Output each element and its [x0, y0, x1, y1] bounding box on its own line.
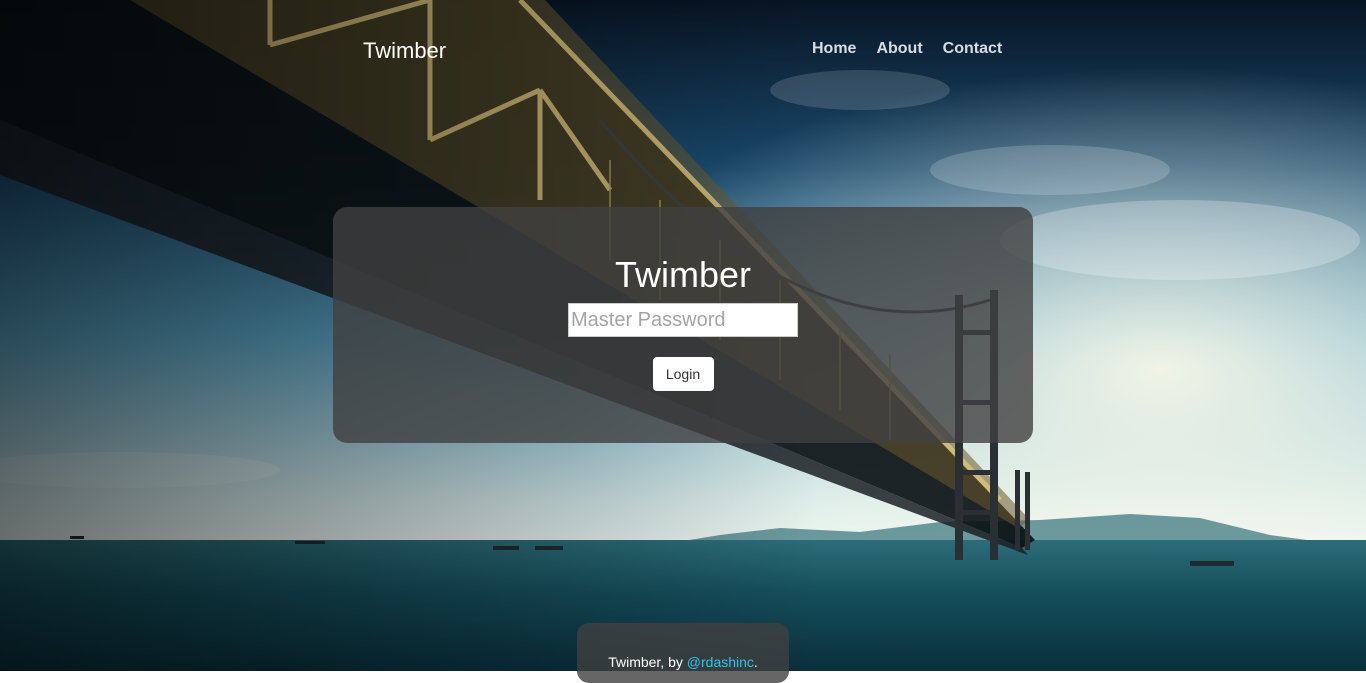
footer: Twimber, by @rdashinc.: [577, 623, 789, 683]
master-password-input[interactable]: [568, 303, 798, 337]
login-button[interactable]: Login: [652, 357, 714, 391]
footer-suffix: .: [753, 654, 758, 670]
nav-link-home[interactable]: Home: [812, 40, 856, 58]
login-panel: Twimber Login: [333, 207, 1033, 443]
navbar-links: Home About Contact: [812, 40, 1002, 58]
nav-link-contact[interactable]: Contact: [943, 40, 1003, 58]
footer-author-link[interactable]: @rdashinc: [687, 654, 754, 670]
login-title: Twimber: [614, 254, 752, 295]
nav-link-about[interactable]: About: [876, 40, 922, 58]
navbar-brand[interactable]: Twimber: [363, 38, 446, 64]
footer-text: Twimber, by: [608, 654, 687, 670]
